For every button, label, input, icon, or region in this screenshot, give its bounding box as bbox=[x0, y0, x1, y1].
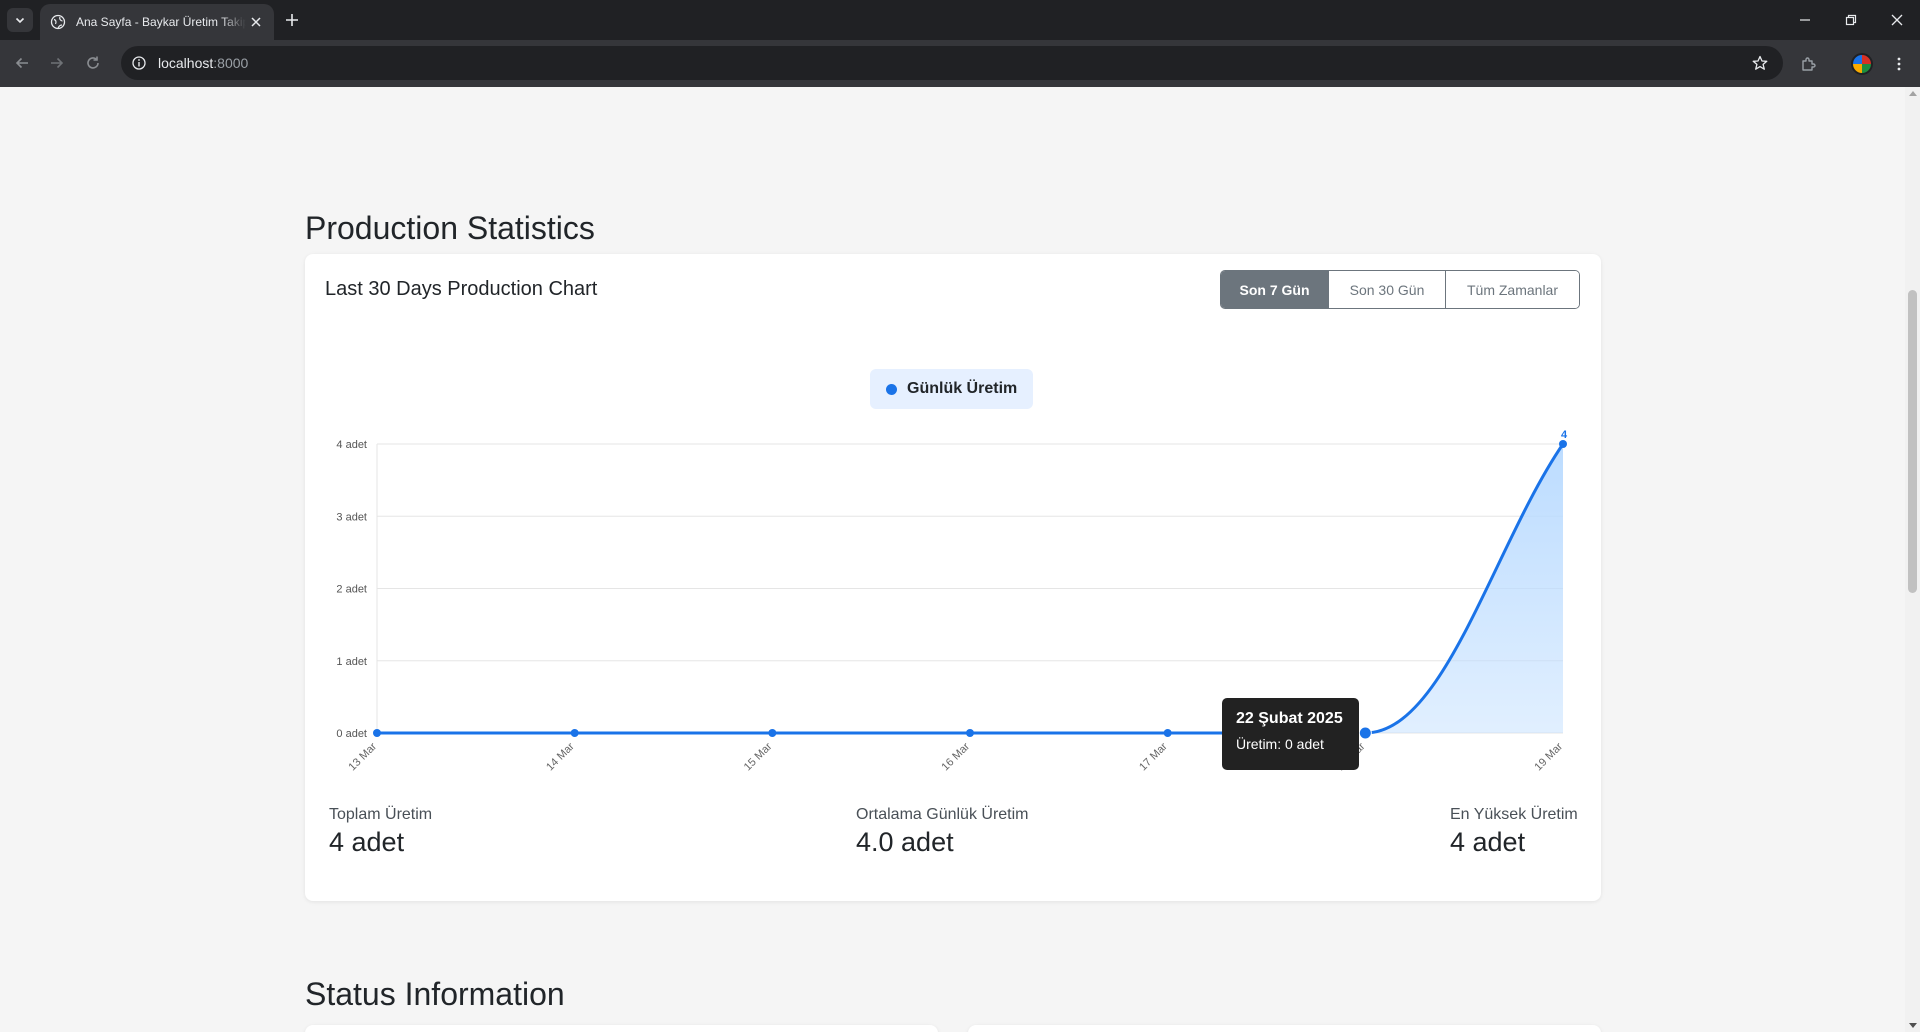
stat-max-label: En Yüksek Üretim bbox=[1450, 806, 1578, 823]
tooltip-body: Üretim: 0 adet bbox=[1236, 736, 1324, 752]
stat-average-label: Ortalama Günlük Üretim bbox=[856, 806, 1029, 823]
scroll-down-arrow-icon[interactable] bbox=[1909, 1023, 1917, 1028]
y-tick-label: 3 adet bbox=[336, 511, 367, 523]
x-tick-label: 16 Mar bbox=[939, 740, 972, 773]
stat-max-value: 4 adet bbox=[1450, 827, 1526, 857]
y-tick-label: 2 adet bbox=[336, 584, 367, 596]
url-host: localhost bbox=[158, 55, 214, 71]
new-tab-plus-icon[interactable] bbox=[282, 10, 302, 30]
chart-tooltip: 22 Şubat 2025 Üretim: 0 adet bbox=[1222, 698, 1359, 770]
data-point bbox=[1163, 729, 1172, 737]
tab-close-icon[interactable] bbox=[248, 14, 264, 30]
tab-search-chevron-icon[interactable] bbox=[7, 8, 33, 32]
data-point-highlighted bbox=[1358, 726, 1372, 740]
profile-avatar[interactable] bbox=[1851, 53, 1873, 75]
stat-average-value: 4.0 adet bbox=[856, 827, 954, 857]
globe-icon bbox=[50, 14, 66, 30]
data-point bbox=[966, 729, 974, 737]
close-window-icon[interactable] bbox=[1874, 0, 1920, 40]
stat-total: Toplam Üretim 4 adet bbox=[329, 806, 432, 858]
minimize-icon[interactable] bbox=[1782, 0, 1828, 40]
data-point bbox=[570, 729, 579, 737]
stat-average: Ortalama Günlük Üretim 4.0 adet bbox=[856, 806, 1029, 858]
production-chart-card: Last 30 Days Production Chart Son 7 Gün … bbox=[305, 254, 1601, 901]
x-tick-label: 14 Mar bbox=[544, 740, 577, 773]
status-information-heading: Status Information bbox=[305, 976, 565, 1012]
browser-tab-active[interactable]: Ana Sayfa - Baykar Üretim Takip bbox=[40, 4, 274, 40]
restore-icon[interactable] bbox=[1828, 0, 1874, 40]
reload-icon[interactable] bbox=[82, 52, 104, 74]
x-tick-label: 15 Mar bbox=[742, 740, 775, 773]
url-text: localhost:8000 bbox=[158, 55, 248, 71]
x-tick-label: 13 Mar bbox=[346, 740, 379, 773]
x-tick-label: 19 Mar bbox=[1532, 740, 1565, 773]
stat-total-value: 4 adet bbox=[329, 827, 405, 857]
scrollbar-thumb[interactable] bbox=[1908, 290, 1917, 593]
tab-title: Ana Sayfa - Baykar Üretim Takip bbox=[76, 15, 246, 29]
y-tick-label: 0 adet bbox=[336, 728, 367, 740]
site-info-icon[interactable] bbox=[130, 54, 148, 72]
url-port: :8000 bbox=[213, 55, 249, 71]
y-tick-label: 4 adet bbox=[336, 439, 367, 451]
browser-toolbar: localhost:8000 bbox=[0, 40, 1920, 87]
extensions-puzzle-icon[interactable] bbox=[1798, 53, 1820, 75]
production-statistics-heading: Production Statistics bbox=[305, 210, 595, 246]
status-card-left bbox=[305, 1025, 938, 1032]
bookmark-star-icon[interactable] bbox=[1751, 54, 1769, 72]
data-point bbox=[768, 729, 777, 737]
page-scrollbar[interactable] bbox=[1905, 87, 1920, 1032]
browser-tab-bar: Ana Sayfa - Baykar Üretim Takip bbox=[0, 0, 1920, 40]
data-point bbox=[373, 729, 381, 737]
back-arrow-icon[interactable] bbox=[11, 52, 33, 74]
status-card-right bbox=[968, 1025, 1601, 1032]
data-point bbox=[1559, 440, 1567, 448]
stat-max: En Yüksek Üretim 4 adet bbox=[1450, 806, 1578, 858]
production-line-chart[interactable]: 0 adet 1 adet 2 adet 3 adet 4 adet 13 Mar 14 M… bbox=[305, 254, 1601, 794]
stat-total-label: Toplam Üretim bbox=[329, 806, 433, 823]
x-tick-label: 17 Mar bbox=[1137, 740, 1170, 773]
y-tick-label: 1 adet bbox=[336, 656, 367, 668]
more-menu-icon[interactable] bbox=[1888, 53, 1910, 75]
forward-arrow-icon[interactable] bbox=[46, 52, 68, 74]
tooltip-title: 22 Şubat 2025 bbox=[1236, 710, 1343, 727]
data-label: 4 bbox=[1561, 429, 1568, 441]
address-bar[interactable]: localhost:8000 bbox=[121, 46, 1783, 80]
scroll-up-arrow-icon[interactable] bbox=[1909, 91, 1917, 96]
